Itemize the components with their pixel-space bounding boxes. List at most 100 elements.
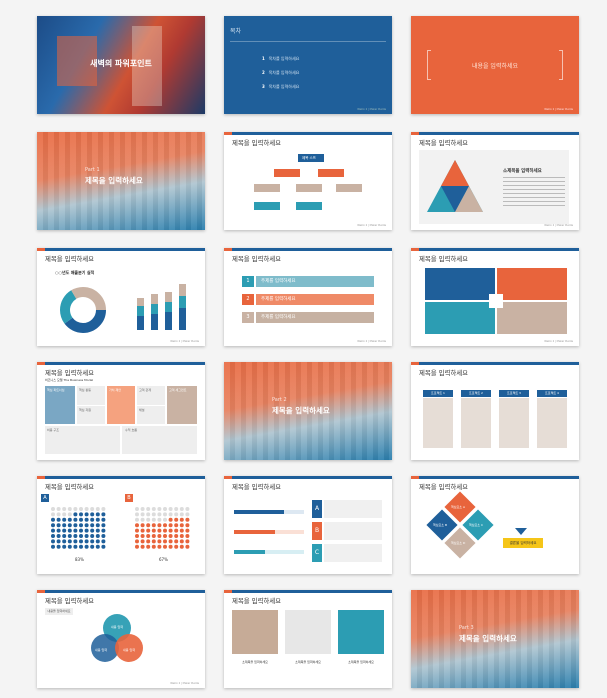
canvas-cell-activities: 핵심 활동	[79, 388, 91, 392]
progress-fill-b	[234, 530, 275, 534]
topic-num-1: 1	[242, 276, 254, 287]
dot	[84, 507, 89, 511]
dot	[56, 544, 61, 549]
dot	[51, 523, 55, 528]
dot	[135, 507, 139, 511]
dot	[84, 517, 89, 522]
dot	[73, 534, 78, 538]
dot	[185, 517, 190, 522]
photo-caption-2: 소제목을 입력하세요	[295, 660, 321, 664]
dot	[174, 544, 179, 549]
dot	[179, 517, 184, 522]
dot	[79, 523, 83, 528]
dot	[168, 523, 173, 528]
dot	[73, 539, 78, 544]
slide-title: 제목을 입력하세요	[419, 255, 469, 263]
dot	[84, 523, 89, 528]
dot	[84, 528, 89, 533]
dot	[95, 544, 100, 549]
slide-sorter-grid: 새벽의 파워포인트 목차 1 목차를 입력하세요 2 목차를 입력하세요 3 목…	[0, 0, 607, 698]
slide-13-dot-charts[interactable]: 제목을 입력하세요 A B 83% 67%	[37, 476, 205, 574]
dot	[51, 544, 55, 549]
dot	[95, 523, 100, 528]
progress-fill-c	[234, 550, 265, 554]
dot	[90, 528, 95, 533]
diamond-d: 핵심요소 D	[451, 541, 466, 545]
dot	[79, 517, 83, 522]
dot	[174, 528, 179, 533]
dot	[101, 523, 106, 528]
dot	[51, 528, 55, 533]
slide-18-section[interactable]: Part 3 제목을 입력하세요	[411, 590, 579, 688]
slide-14-progress-bars[interactable]: 제목을 입력하세요 A B C	[224, 476, 392, 574]
dot	[67, 534, 72, 538]
dot	[73, 523, 78, 528]
slide-10-canvas[interactable]: 제목을 입력하세요 비즈니스 모델 The Business Model 핵심 …	[37, 362, 205, 460]
dot	[140, 544, 145, 549]
dot	[101, 517, 106, 522]
slide-16-venn[interactable]: 제목을 입력하세요 내용을 입력하세요 내용 입력 내용 입력 내용 입력 We…	[37, 590, 205, 688]
dot	[179, 544, 184, 549]
slide-9-quadrants[interactable]: 제목을 입력하세요 Wekin 2 | Maker Puzzle	[411, 248, 579, 346]
content-text: 내용을 입력하세요	[471, 63, 519, 70]
slide-title: 제목을 입력하세요	[419, 483, 469, 491]
dot	[140, 528, 145, 533]
slide-6-triangle[interactable]: 제목을 입력하세요 소제목을 입력하세요 Wekin 2 | Maker Puz…	[411, 132, 579, 230]
dot	[79, 534, 83, 538]
dot	[135, 544, 139, 549]
section-title: 제목을 입력하세요	[459, 634, 517, 643]
venn-circle-1: 내용 입력	[111, 625, 123, 629]
header-bar	[224, 590, 392, 593]
header-bar	[37, 248, 205, 251]
dot	[67, 517, 72, 522]
photo-3	[338, 610, 384, 654]
dot	[146, 512, 151, 517]
dot	[56, 523, 61, 528]
dot	[168, 512, 173, 517]
dot	[62, 507, 67, 511]
dot	[79, 544, 83, 549]
dot	[95, 528, 100, 533]
slide-4-section[interactable]: Part 1 제목을 입력하세요	[37, 132, 205, 230]
photo-1	[232, 610, 278, 654]
process-step-4: 프로젝트 4	[537, 390, 567, 397]
slide-1-cover[interactable]: 새벽의 파워포인트	[37, 16, 205, 114]
dot	[90, 507, 95, 511]
canvas-cell-channels: 채널	[139, 408, 145, 412]
dot	[62, 512, 67, 517]
bar-label-c: C	[312, 544, 322, 562]
dot	[95, 534, 100, 538]
section-part: Part 3	[459, 625, 474, 631]
dot	[140, 517, 145, 522]
dot	[185, 534, 190, 538]
cover-title: 새벽의 파워포인트	[90, 59, 152, 68]
photo-caption-1: 소제목을 입력하세요	[242, 660, 268, 664]
dot	[135, 539, 139, 544]
slide-3-content[interactable]: 내용을 입력하세요 Wekin 2 | Maker Puzzle	[411, 16, 579, 114]
dot	[174, 517, 179, 522]
dot	[163, 507, 167, 511]
slide-15-diamonds[interactable]: 제목을 입력하세요 핵심요소 A 핵심요소 B 핵심요소 C 핵심요소 D 결론…	[411, 476, 579, 574]
slide-12-process[interactable]: 제목을 입력하세요 프로젝트 1 프로젝트 2 프로젝트 3 프로젝트 4	[411, 362, 579, 460]
slide-11-section[interactable]: Part 2 제목을 입력하세요	[224, 362, 392, 460]
slide-title: 제목을 입력하세요	[419, 369, 469, 377]
slide-5-org-chart[interactable]: 제목을 입력하세요 제목 스프 Wekin 2 | Maker Puzzle	[224, 132, 392, 230]
dot	[185, 523, 190, 528]
dot	[174, 534, 179, 538]
slide-title: 제목을 입력하세요	[45, 369, 95, 377]
dot	[146, 534, 151, 538]
slide-8-topics[interactable]: 제목을 입력하세요 1 주제를 입력하세요 2 주제를 입력하세요 3 주제를 …	[224, 248, 392, 346]
dot	[56, 534, 61, 538]
slide-2-toc[interactable]: 목차 1 목차를 입력하세요 2 목차를 입력하세요 3 목차를 입력하세요 W…	[224, 16, 392, 114]
slide-7-charts[interactable]: 제목을 입력하세요 ○○년도 매출분기 실적 Wekin 2 | Maker P…	[37, 248, 205, 346]
progress-fill-a	[234, 510, 285, 514]
slide-17-photos[interactable]: 제목을 입력하세요 소제목을 입력하세요 소제목을 입력하세요 소제목을 입력하…	[224, 590, 392, 688]
slide-footer: Wekin 2 | Maker Puzzle	[357, 340, 386, 343]
slide-footer: Wekin 2 | Maker Puzzle	[357, 108, 386, 111]
slide-title: 제목을 입력하세요	[232, 483, 282, 491]
topic-2: 주제를 입력하세요	[256, 294, 374, 305]
dot	[151, 539, 156, 544]
header-bar	[224, 248, 392, 251]
canvas-cell-costs: 비용 구조	[47, 428, 59, 432]
topic-num-2: 2	[242, 294, 254, 305]
